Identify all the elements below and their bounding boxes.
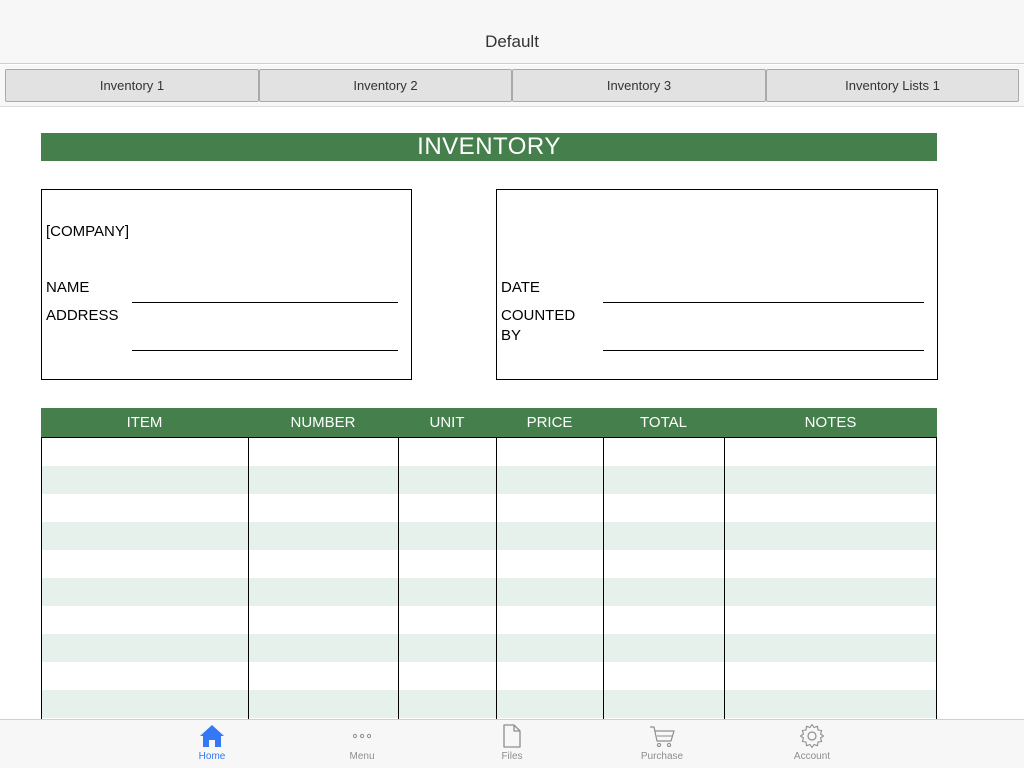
document-title: Default: [485, 31, 539, 51]
tab-inventory-1[interactable]: Inventory 1: [5, 69, 259, 102]
address-line: [132, 350, 398, 351]
counted-label: COUNTED: [501, 307, 576, 324]
bottom-tab-bar: Home Menu Files Purchase Account: [0, 719, 1024, 768]
tabbar-purchase[interactable]: Purchase: [622, 723, 702, 767]
table-row[interactable]: [42, 634, 936, 662]
navigation-bar: Default: [0, 0, 1024, 64]
table-row[interactable]: [42, 466, 936, 494]
table-row[interactable]: [42, 438, 936, 466]
column-divider: [724, 438, 725, 719]
column-header-unit: UNIT: [429, 414, 465, 431]
table-row[interactable]: [42, 690, 936, 718]
name-line: [132, 302, 398, 303]
tabbar-menu-label: Menu: [349, 751, 375, 762]
tabbar-home-label: Home: [198, 751, 226, 762]
column-divider: [398, 438, 399, 719]
table-row[interactable]: [42, 578, 936, 606]
address-label: ADDRESS: [46, 307, 119, 324]
tab-inventory-2[interactable]: Inventory 2: [259, 69, 512, 102]
table-row[interactable]: [42, 494, 936, 522]
tab-inventory-3[interactable]: Inventory 3: [512, 69, 766, 102]
name-label: NAME: [46, 279, 90, 296]
column-divider: [496, 438, 497, 719]
column-divider: [248, 438, 249, 719]
tabbar-home[interactable]: Home: [172, 723, 252, 767]
column-divider: [603, 438, 604, 719]
tabbar-menu[interactable]: Menu: [322, 723, 402, 767]
tabbar-purchase-label: Purchase: [640, 751, 684, 762]
file-icon: [503, 724, 521, 748]
company-label: [COMPANY]: [46, 223, 130, 240]
tabbar-files[interactable]: Files: [472, 723, 552, 767]
count-info-box: DATE COUNTED BY: [496, 189, 938, 380]
sheet-tab-bar: Inventory 1 Inventory 2 Inventory 3 Inve…: [0, 65, 1024, 107]
tabbar-files-label: Files: [501, 751, 523, 762]
tab-inventory-lists-1[interactable]: Inventory Lists 1: [766, 69, 1019, 102]
column-header-price: PRICE: [526, 414, 573, 431]
table-row[interactable]: [42, 662, 936, 690]
gear-icon: [799, 723, 825, 749]
table-row[interactable]: [42, 606, 936, 634]
column-header-notes: NOTES: [804, 414, 857, 431]
inventory-table-body[interactable]: [41, 437, 937, 719]
column-header-total: TOTAL: [640, 414, 687, 431]
table-row[interactable]: [42, 550, 936, 578]
tabbar-account-label: Account: [793, 751, 831, 762]
table-row[interactable]: [42, 522, 936, 550]
spreadsheet-canvas[interactable]: INVENTORY [COMPANY] NAME ADDRESS DATE CO…: [0, 108, 1024, 719]
table-header: ITEM NUMBER UNIT PRICE TOTAL NOTES: [41, 408, 937, 437]
column-header-item: ITEM: [126, 414, 163, 431]
company-info-box: [COMPANY] NAME ADDRESS: [41, 189, 412, 380]
more-icon: [352, 733, 372, 739]
counted-by-label: BY: [501, 327, 522, 344]
tabbar-account[interactable]: Account: [772, 723, 852, 767]
home-icon: [200, 725, 224, 747]
counted-by-line: [603, 350, 924, 351]
inventory-title-banner: INVENTORY: [41, 133, 937, 161]
column-header-number: NUMBER: [290, 414, 356, 431]
cart-icon: [650, 726, 675, 748]
date-line: [603, 302, 924, 303]
date-label: DATE: [501, 279, 540, 296]
